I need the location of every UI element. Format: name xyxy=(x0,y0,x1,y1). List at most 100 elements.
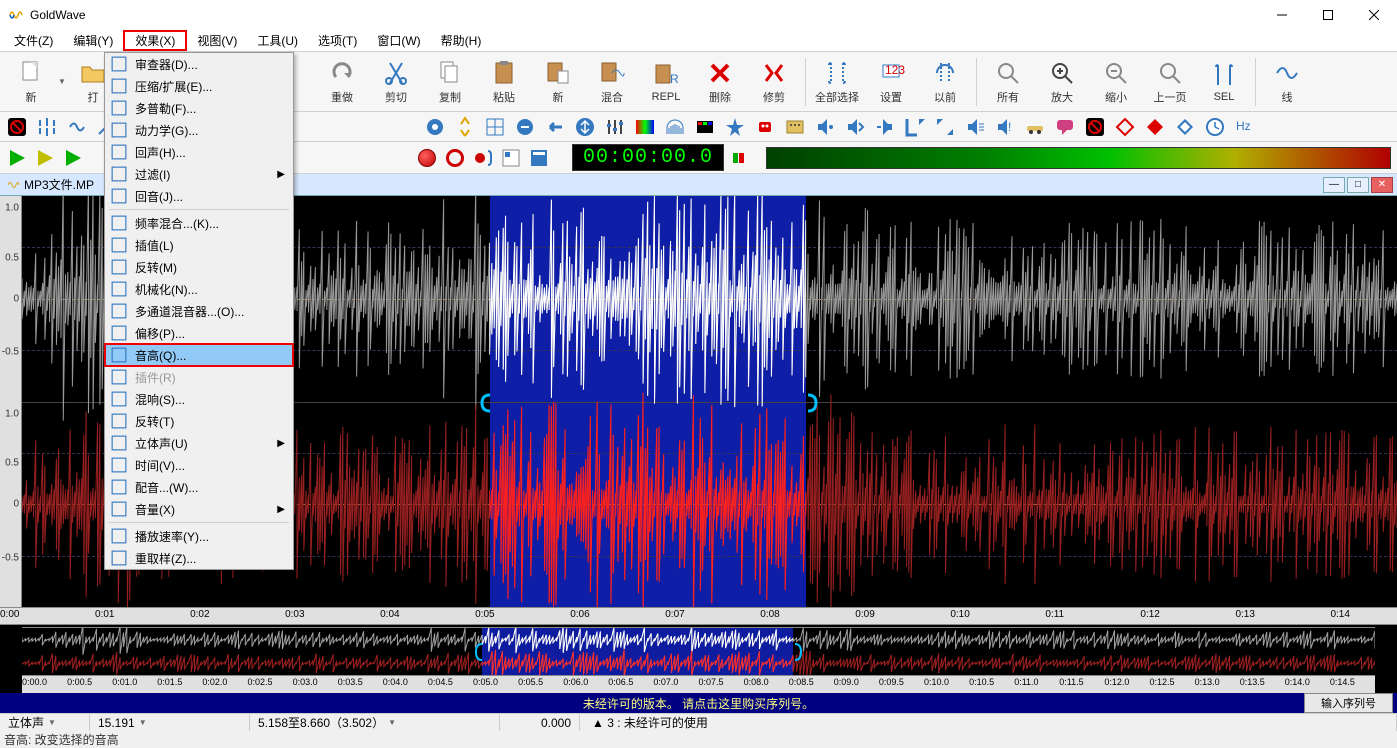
menu-tool[interactable]: 工具(U) xyxy=(247,30,308,51)
effect-filter[interactable]: 过滤(I)▶ xyxy=(105,163,293,185)
effect-compressor[interactable]: 压缩/扩展(E)... xyxy=(105,75,293,97)
file-minimize[interactable]: — xyxy=(1323,177,1345,193)
fx-chanR-icon[interactable] xyxy=(934,116,956,138)
play2-button[interactable] xyxy=(34,147,56,169)
fx-censor-icon[interactable] xyxy=(6,116,28,138)
tb-redo[interactable]: 重做 xyxy=(316,54,368,110)
effect-reverb[interactable]: 混响(S)... xyxy=(105,388,293,410)
close-button[interactable] xyxy=(1351,0,1397,30)
menu-help[interactable]: 帮助(H) xyxy=(431,30,492,51)
meter-toggle[interactable] xyxy=(730,147,752,169)
purchase-bar[interactable]: 未经许可的版本。 请点击这里购买序列号。 输入序列号 xyxy=(0,693,1397,713)
tb-cut[interactable]: 剪切 xyxy=(370,54,422,110)
fx-diamond3-icon[interactable] xyxy=(1174,116,1196,138)
tb-copy[interactable]: 复制 xyxy=(424,54,476,110)
fx-robot-icon[interactable] xyxy=(754,116,776,138)
tb-previous[interactable]: 以前 xyxy=(919,54,971,110)
maximize-button[interactable] xyxy=(1305,0,1351,30)
fx-icon-2[interactable] xyxy=(454,116,476,138)
fx-speaker2-icon[interactable] xyxy=(844,116,866,138)
overview-handle-left[interactable] xyxy=(472,642,486,662)
file-close[interactable]: ✕ xyxy=(1371,177,1393,193)
fx-doppler-icon[interactable] xyxy=(66,116,88,138)
effect-stereo[interactable]: 立体声(U)▶ xyxy=(105,432,293,454)
tb-trim[interactable]: 修剪 xyxy=(748,54,800,110)
menu-options[interactable]: 选项(T) xyxy=(308,30,367,51)
effect-time[interactable]: 时间(V)... xyxy=(105,454,293,476)
fx-clock-icon[interactable] xyxy=(1204,116,1226,138)
fx-diamond2-icon[interactable] xyxy=(1144,116,1166,138)
fx-compress-icon[interactable] xyxy=(36,116,58,138)
effect-pitch[interactable]: 音高(Q)... xyxy=(105,344,293,366)
fx-speaker1-icon[interactable] xyxy=(814,116,836,138)
record-ring-button[interactable] xyxy=(444,147,466,169)
tb-paste-new[interactable]: 新 xyxy=(532,54,584,110)
tb-paste[interactable]: 粘贴 xyxy=(478,54,530,110)
effect-volume[interactable]: 音量(X)▶ xyxy=(105,498,293,520)
fx-rainbow-icon[interactable] xyxy=(694,116,716,138)
tb-new[interactable]: 新 xyxy=(5,54,57,110)
fx-icon-3[interactable] xyxy=(484,116,506,138)
fx-mixer-icon[interactable] xyxy=(784,116,806,138)
minimize-button[interactable] xyxy=(1259,0,1305,30)
tb-mix[interactable]: 混合 xyxy=(586,54,638,110)
tb-view-all[interactable]: 所有 xyxy=(982,54,1034,110)
record-brace-button[interactable] xyxy=(472,147,494,169)
fx-star-icon[interactable] xyxy=(724,116,746,138)
fx-spectrum-icon[interactable] xyxy=(634,116,656,138)
fx-speaker4-icon[interactable] xyxy=(964,116,986,138)
time-ruler[interactable]: 0:000:010:020:030:040:050:060:070:080:09… xyxy=(0,607,1397,625)
fx-car-icon[interactable] xyxy=(1024,116,1046,138)
menu-effect[interactable]: 效果(X) xyxy=(123,30,187,51)
effect-voiceover[interactable]: 配音...(W)... xyxy=(105,476,293,498)
status-length[interactable]: 15.191▼ xyxy=(90,714,250,731)
overview-handle-right[interactable] xyxy=(791,642,805,662)
fx-chanL-icon[interactable] xyxy=(904,116,926,138)
tb-delete[interactable]: 删除 xyxy=(694,54,746,110)
effect-multichannel[interactable]: 多通道混音器...(O)... xyxy=(105,300,293,322)
status-channels[interactable]: 立体声▼ xyxy=(0,714,90,731)
effect-censor[interactable]: 审查器(D)... xyxy=(105,53,293,75)
effect-doppler[interactable]: 多普勒(F)... xyxy=(105,97,293,119)
tb-prev-page[interactable]: 上一页 xyxy=(1144,54,1196,110)
menu-file[interactable]: 文件(Z) xyxy=(4,30,63,51)
effect-mechanize[interactable]: 机械化(N)... xyxy=(105,278,293,300)
tb-set-sel[interactable]: 123设置 xyxy=(865,54,917,110)
tb-zoom-sel[interactable]: SEL xyxy=(1198,54,1250,110)
fx-icon-1[interactable] xyxy=(424,116,446,138)
play3-button[interactable] xyxy=(62,147,84,169)
tool2-button[interactable] xyxy=(528,147,550,169)
overview-waveform[interactable] xyxy=(22,627,1375,675)
tb-replace[interactable]: RREPL xyxy=(640,54,692,110)
fx-chat-icon[interactable] xyxy=(1054,116,1076,138)
effect-resample[interactable]: 重取样(Z)... xyxy=(105,547,293,569)
fx-diamond1-icon[interactable] xyxy=(1114,116,1136,138)
menu-window[interactable]: 窗口(W) xyxy=(367,30,430,51)
fx-icon-6[interactable] xyxy=(574,116,596,138)
effect-reverse[interactable]: 反转(T) xyxy=(105,410,293,432)
menu-edit[interactable]: 编辑(Y) xyxy=(63,30,123,51)
tb-zoom-in[interactable]: 放大 xyxy=(1036,54,1088,110)
status-selection[interactable]: 5.158至8.660（3.502）▼ xyxy=(250,714,500,731)
effect-freq-blend[interactable]: 频率混合...(K)... xyxy=(105,212,293,234)
effect-offset[interactable]: 偏移(P)... xyxy=(105,322,293,344)
effect-dynamics[interactable]: 动力学(G)... xyxy=(105,119,293,141)
fx-icon-4[interactable] xyxy=(514,116,536,138)
tb-zoom-out[interactable]: 缩小 xyxy=(1090,54,1142,110)
effect-playback-rate[interactable]: 播放速率(Y)... xyxy=(105,525,293,547)
fx-speaker3-icon[interactable] xyxy=(874,116,896,138)
tb-select-all[interactable]: 全部选择 xyxy=(811,54,863,110)
status-position[interactable]: 0.000 xyxy=(500,714,580,731)
fx-arch-icon[interactable] xyxy=(664,116,686,138)
file-maximize[interactable]: □ xyxy=(1347,177,1369,193)
effect-invert[interactable]: 反转(M) xyxy=(105,256,293,278)
fx-eq-icon[interactable] xyxy=(604,116,626,138)
play-button[interactable] xyxy=(6,147,28,169)
effect-interpolate[interactable]: 插值(L) xyxy=(105,234,293,256)
fx-icon-5[interactable] xyxy=(544,116,566,138)
tb-line[interactable]: 线 xyxy=(1261,54,1313,110)
fx-no-icon[interactable] xyxy=(1084,116,1106,138)
effect-flanger[interactable]: 回音(J)... xyxy=(105,185,293,207)
fx-hz-icon[interactable]: Hz xyxy=(1234,116,1256,138)
fx-speaker5-icon[interactable]: ! xyxy=(994,116,1016,138)
